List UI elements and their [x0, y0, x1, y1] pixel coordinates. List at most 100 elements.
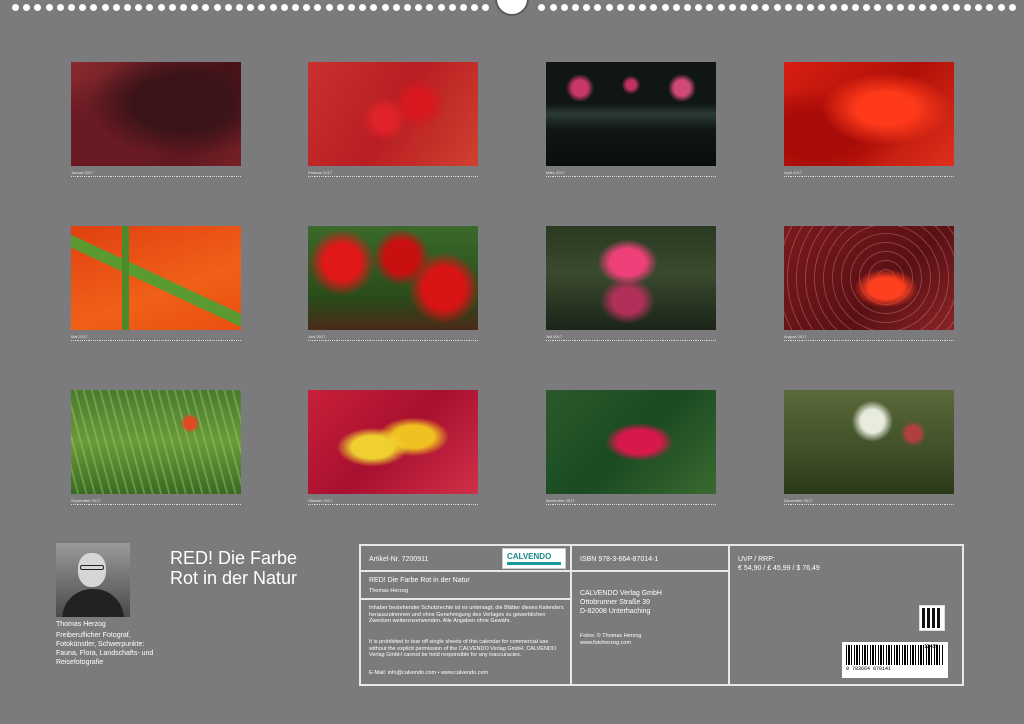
- day-cell: [330, 176, 335, 180]
- day-cell: [153, 504, 159, 508]
- day-cell: [346, 176, 352, 180]
- day-cell: [104, 340, 109, 344]
- day-cell: [551, 176, 557, 180]
- day-cell: [844, 176, 850, 180]
- binding-hole: [281, 4, 288, 11]
- day-cell: [855, 340, 861, 344]
- binding-hole: [247, 4, 254, 11]
- day-cell: [784, 176, 789, 180]
- day-cell: [877, 340, 883, 344]
- day-cell: [412, 176, 418, 180]
- month-label: Oktober 2017: [308, 498, 333, 503]
- binding-hole: [258, 4, 265, 11]
- binding-hole: [314, 4, 321, 11]
- binding-hole: [561, 4, 568, 11]
- binding-hole: [942, 4, 949, 11]
- price: € 54,90 / £ 45,99 / $ 76,49: [738, 565, 820, 572]
- day-cell: [120, 340, 126, 344]
- day-cell: [678, 340, 683, 344]
- day-cell: [795, 504, 800, 508]
- photo-red-leaf-green-bg: [546, 390, 716, 494]
- author-description: Freiberuflicher Fotograf, Fotokünstler, …: [56, 632, 154, 666]
- binding-hole: [740, 4, 747, 11]
- day-cell: [396, 176, 401, 180]
- day-cell: [562, 176, 568, 180]
- day-cell: [407, 176, 412, 180]
- month-label: März 2017: [546, 170, 565, 175]
- binding-hole: [807, 4, 814, 11]
- day-cell: [445, 504, 451, 508]
- day-cell: [137, 176, 142, 180]
- day-cell: [462, 504, 467, 508]
- month-april: April 2017: [784, 62, 954, 181]
- day-cell: [705, 504, 711, 508]
- day-cell: [390, 340, 396, 344]
- day-cell: [363, 504, 368, 508]
- binding-hole: [12, 4, 19, 11]
- day-cell: [115, 176, 120, 180]
- binding-hole: [90, 4, 97, 11]
- day-cell: [634, 176, 639, 180]
- day-cell: [573, 176, 579, 180]
- binding-hole: [673, 4, 680, 11]
- photo-pink-water-lily: [546, 226, 716, 330]
- binding-hole: [270, 4, 277, 11]
- day-cell: [656, 340, 661, 344]
- day-cell: [645, 340, 650, 344]
- day-cell: [800, 340, 806, 344]
- day-cell: [883, 340, 888, 344]
- day-cell: [800, 176, 806, 180]
- day-cell: [661, 340, 667, 344]
- binding-hole: [964, 4, 971, 11]
- binding-hole: [393, 4, 400, 11]
- product-author: Thomas Herzog: [369, 588, 409, 594]
- month-label: Juni 2017: [308, 334, 326, 339]
- day-cell: [109, 340, 115, 344]
- binding-hole: [337, 4, 344, 11]
- day-row: [546, 340, 716, 345]
- day-cell: [579, 504, 584, 508]
- binding-hole: [762, 4, 769, 11]
- day-row: [546, 176, 716, 181]
- day-cell: [203, 504, 208, 508]
- day-cell: [159, 176, 164, 180]
- day-cell: [711, 504, 716, 508]
- day-cell: [817, 340, 822, 344]
- day-cell: [208, 504, 214, 508]
- day-cell: [590, 504, 595, 508]
- day-cell: [601, 176, 606, 180]
- month-label: Juli 2017: [546, 334, 563, 339]
- day-cell: [236, 340, 241, 344]
- day-cell: [412, 340, 418, 344]
- day-cell: [181, 176, 186, 180]
- day-cell: [916, 340, 921, 344]
- day-cell: [623, 176, 628, 180]
- binding-hole: [998, 4, 1005, 11]
- day-cell: [617, 504, 623, 508]
- month-label: Februar 2017: [308, 170, 333, 175]
- day-cell: [584, 504, 590, 508]
- day-cell: [308, 340, 313, 344]
- day-cell: [866, 176, 872, 180]
- day-cell: [806, 504, 811, 508]
- day-cell: [208, 340, 214, 344]
- binding-hole: [359, 4, 366, 11]
- day-cell: [440, 340, 445, 344]
- day-cell: [126, 340, 131, 344]
- day-cell: [872, 176, 877, 180]
- day-cell: [418, 504, 423, 508]
- day-cell: [656, 504, 661, 508]
- day-cell: [590, 176, 595, 180]
- day-cell: [833, 176, 839, 180]
- day-cell: [833, 504, 839, 508]
- month-label: Mai 2017: [71, 334, 88, 339]
- publisher-name: CALVENDO Verlag GmbH: [580, 590, 662, 597]
- day-cell: [401, 176, 407, 180]
- binding-hole: [662, 4, 669, 11]
- day-cell: [672, 176, 678, 180]
- day-cell: [368, 340, 374, 344]
- day-cell: [230, 504, 236, 508]
- contact-email: E-Mail: info@calvendo.com • www.calvendo…: [369, 670, 489, 676]
- day-cell: [153, 176, 159, 180]
- day-cell: [894, 176, 899, 180]
